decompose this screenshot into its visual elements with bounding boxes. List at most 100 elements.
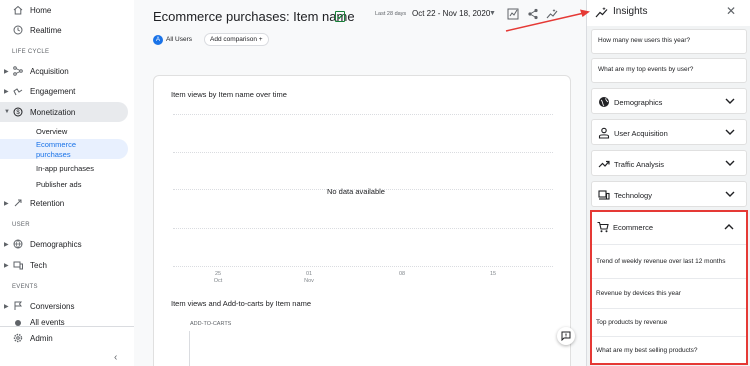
add-comparison-button[interactable]: Add comparison + — [204, 33, 269, 46]
ecommerce-insight[interactable]: Revenue by devices this year — [592, 278, 746, 308]
gridline — [173, 114, 553, 115]
ecommerce-header[interactable]: Ecommerce — [592, 212, 746, 242]
close-icon[interactable]: ✕ — [726, 4, 736, 18]
expand-caret-icon[interactable]: ▶ — [4, 88, 9, 95]
collapse-sidebar-icon[interactable]: ‹ — [114, 352, 117, 363]
nav-admin[interactable]: Admin — [0, 328, 134, 348]
chevron-up-icon[interactable] — [723, 221, 735, 233]
report-status-icon[interactable] — [335, 11, 345, 22]
insights-section-technology[interactable]: Technology — [591, 181, 747, 207]
nav-all-events[interactable]: All events — [0, 316, 128, 326]
nav-realtime-label: Realtime — [30, 25, 62, 35]
events-icon — [13, 318, 23, 326]
section-label: Demographics — [614, 98, 663, 107]
section-label: Traffic Analysis — [614, 160, 665, 169]
date-dropdown-icon[interactable]: ▼ — [489, 10, 496, 17]
segment-chip-all-users[interactable]: A All Users — [153, 33, 192, 46]
nav-demographics-label: Demographics — [30, 239, 82, 249]
x-tick: 08 — [394, 271, 410, 278]
insights-section-demographics[interactable]: Demographics — [591, 88, 747, 114]
gridline — [173, 266, 553, 267]
nav-retention[interactable]: ▶ Retention — [0, 193, 128, 213]
nav-overview[interactable]: Overview — [36, 127, 67, 136]
ecommerce-insight[interactable]: What are my best selling products? — [592, 336, 746, 364]
nav-tech[interactable]: ▶ Tech — [0, 255, 128, 275]
chevron-down-icon[interactable] — [724, 157, 736, 169]
nav-realtime[interactable]: Realtime — [0, 20, 128, 40]
home-icon — [13, 5, 23, 15]
x-tick-day: 15 — [489, 271, 497, 277]
chart2-axis — [189, 331, 190, 366]
segment-label: All Users — [166, 36, 193, 43]
no-data-message: No data available — [327, 187, 385, 196]
nav-conversions[interactable]: ▶ Conversions — [0, 296, 128, 316]
nav-retention-label: Retention — [30, 198, 65, 208]
dollar-icon: $ — [13, 107, 23, 117]
chevron-down-icon[interactable] — [724, 188, 736, 200]
insights-icon — [595, 6, 608, 19]
left-nav: Home Realtime LIFE CYCLE ▶ Acquisition ▶… — [0, 0, 134, 366]
nav-home[interactable]: Home — [0, 0, 128, 20]
date-preset-label[interactable]: Last 28 days — [375, 11, 406, 17]
devices-icon — [13, 260, 23, 270]
nav-engagement[interactable]: ▶ Engagement — [0, 81, 128, 101]
nav-ecommerce-purchases[interactable]: Ecommerce purchases — [36, 140, 96, 159]
nav-demographics[interactable]: ▶ Demographics — [0, 234, 128, 254]
insights-section-traffic-analysis[interactable]: Traffic Analysis — [591, 150, 747, 176]
x-tick-day: 01 — [305, 271, 313, 277]
x-tick-day: 25 — [214, 271, 222, 277]
ecommerce-insight[interactable]: Top products by revenue — [592, 308, 746, 336]
insights-header: Insights ✕ — [587, 0, 750, 26]
ecommerce-insight[interactable]: Trend of weekly revenue over last 12 mon… — [592, 244, 746, 278]
nav-publisher-ads[interactable]: Publisher ads — [36, 180, 81, 189]
feedback-button[interactable] — [557, 327, 575, 345]
chart-card: Item views by Item name over time No dat… — [153, 75, 571, 366]
nav-engagement-label: Engagement — [30, 86, 76, 96]
section-label: Technology — [614, 191, 652, 200]
insights-panel: Insights ✕ How many new users this year?… — [586, 0, 750, 366]
report-main: Ecommerce purchases: Item name Last 28 d… — [134, 0, 586, 366]
collapse-caret-icon[interactable]: ▼ — [4, 109, 10, 115]
expand-caret-icon[interactable]: ▶ — [4, 241, 9, 248]
nav-monetization-label: Monetization — [30, 107, 76, 117]
globe-icon — [13, 239, 23, 249]
retention-icon — [13, 198, 23, 208]
section-user: USER — [12, 222, 30, 228]
nav-home-label: Home — [30, 5, 52, 15]
trend-icon — [598, 158, 610, 170]
acquisition-icon — [13, 66, 23, 76]
expand-caret-icon[interactable]: ▶ — [4, 68, 9, 75]
insights-title: Insights — [613, 6, 648, 17]
chart1-title: Item views by Item name over time — [171, 90, 287, 99]
globe-icon — [598, 96, 610, 108]
x-tick: 15 — [485, 271, 501, 278]
nav-all-events-label: All events — [30, 318, 65, 326]
nav-acquisition[interactable]: ▶ Acquisition — [0, 61, 128, 81]
expand-caret-icon[interactable]: ▶ — [4, 303, 9, 310]
insight-question[interactable]: How many new users this year? — [591, 29, 747, 54]
nav-in-app-purchases[interactable]: In-app purchases — [36, 164, 94, 173]
sidebar-divider — [0, 326, 134, 327]
nav-conversions-label: Conversions — [30, 301, 75, 311]
segment-avatar: A — [153, 34, 163, 45]
nav-monetization[interactable]: ▼ $ Monetization — [0, 102, 128, 122]
gridline — [173, 228, 553, 229]
insights-section-ecommerce: Ecommerce Trend of weekly revenue over l… — [590, 210, 748, 365]
insight-question[interactable]: What are my top events by user? — [591, 58, 747, 83]
section-events: EVENTS — [12, 284, 38, 290]
chevron-down-icon[interactable] — [724, 95, 736, 107]
clock-icon — [13, 25, 23, 35]
expand-caret-icon[interactable]: ▶ — [4, 262, 9, 269]
cart-icon — [597, 221, 609, 233]
nav-admin-label: Admin — [30, 333, 53, 343]
x-tick: 01 Nov — [301, 271, 317, 285]
x-tick-day: 08 — [398, 271, 406, 277]
insights-section-user-acquisition[interactable]: User Acquisition — [591, 119, 747, 145]
page-title: Ecommerce purchases: Item name — [153, 9, 355, 24]
chevron-down-icon[interactable] — [724, 126, 736, 138]
person-icon — [598, 127, 610, 139]
date-range[interactable]: Oct 22 - Nov 18, 2020 — [412, 9, 490, 18]
expand-caret-icon[interactable]: ▶ — [4, 200, 9, 207]
engagement-icon — [13, 86, 23, 96]
section-lifecycle: LIFE CYCLE — [12, 49, 50, 55]
